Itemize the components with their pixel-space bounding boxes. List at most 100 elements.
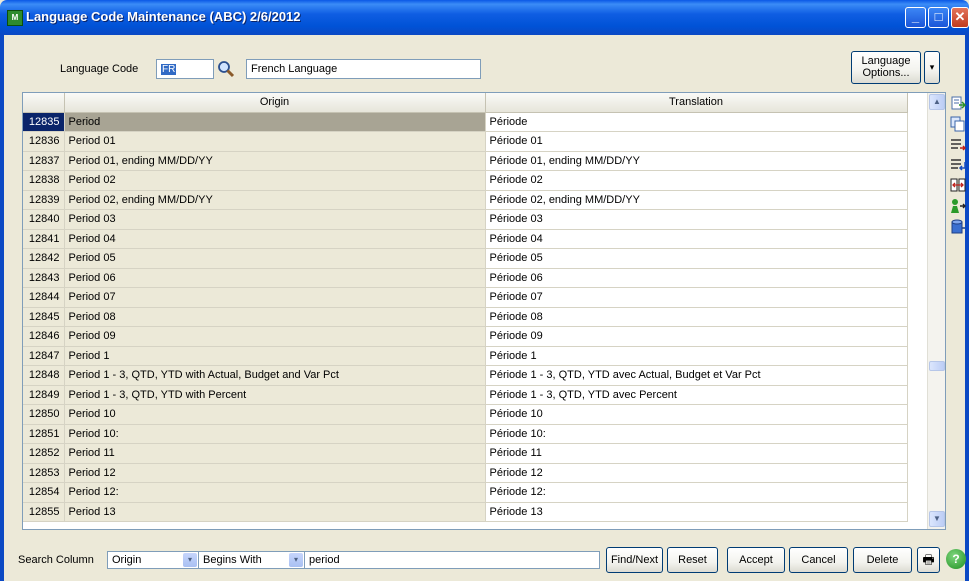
column-header-origin[interactable]: Origin [64,93,486,113]
language-code-field[interactable]: FR [156,59,214,79]
cancel-button[interactable]: Cancel [789,547,848,573]
translation-cell[interactable]: Période 12 [485,463,908,483]
translation-cell[interactable]: Période 01, ending MM/DD/YY [485,151,908,171]
translation-cell[interactable]: Période 10: [485,424,908,444]
translation-cell[interactable]: Période 07 [485,287,908,308]
table-row[interactable]: 12848 Period 1 - 3, QTD, YTD with Actual,… [23,365,908,386]
lookup-search-icon[interactable] [217,60,235,78]
close-button[interactable]: ✕ [951,7,969,28]
scroll-thumb[interactable] [929,361,945,371]
translation-cell[interactable]: Période 10 [485,404,908,425]
scroll-up-button[interactable]: ▲ [929,94,945,110]
row-id-cell[interactable]: 12851 [23,424,65,444]
table-row[interactable]: 12840 Period 03 Période 03 [23,209,908,230]
chevron-down-icon[interactable]: ▾ [289,553,303,567]
translation-cell[interactable]: Période 02, ending MM/DD/YY [485,190,908,210]
insert-lines-icon[interactable] [950,157,966,173]
maximize-button[interactable]: □ [928,7,949,28]
row-id-cell[interactable]: 12842 [23,248,65,269]
help-icon[interactable]: ? [946,549,966,569]
print-icon[interactable]: 🖶 [917,547,940,573]
origin-cell[interactable]: Period 13 [64,502,486,522]
table-row[interactable]: 12846 Period 09 Période 09 [23,326,908,347]
table-row[interactable]: 12852 Period 11 Période 11 [23,443,908,464]
translation-cell[interactable]: Période 11 [485,443,908,464]
row-id-cell[interactable]: 12845 [23,307,65,327]
copy-icon[interactable] [950,116,966,132]
translation-cell[interactable]: Période 05 [485,248,908,269]
row-id-cell[interactable]: 12835 [23,112,65,132]
row-id-cell[interactable]: 12838 [23,170,65,191]
language-name-field[interactable]: French Language [246,59,481,79]
table-row[interactable]: 12844 Period 07 Période 07 [23,287,908,308]
merge-icon[interactable] [950,177,966,193]
table-row[interactable]: 12851 Period 10: Période 10: [23,424,908,444]
origin-cell[interactable]: Period 10 [64,404,486,425]
translation-cell[interactable]: Période 01 [485,131,908,152]
translation-cell[interactable]: Période 02 [485,170,908,191]
table-row[interactable]: 12849 Period 1 - 3, QTD, YTD with Percent… [23,385,908,405]
origin-cell[interactable]: Period 12: [64,482,486,503]
row-id-cell[interactable]: 12850 [23,404,65,425]
search-mode-select[interactable]: Begins With ▾ [198,551,305,569]
origin-cell[interactable]: Period 1 - 3, QTD, YTD with Actual, Budg… [64,365,486,386]
translation-cell[interactable]: Période 13 [485,502,908,522]
language-options-button[interactable]: Language Options... [851,51,921,84]
translation-cell[interactable]: Période 04 [485,229,908,249]
find-next-button[interactable]: Find/Next [606,547,663,573]
row-id-cell[interactable]: 12839 [23,190,65,210]
row-id-cell[interactable]: 12853 [23,463,65,483]
translation-cell[interactable]: Période 1 - 3, QTD, YTD avec Percent [485,385,908,405]
title-bar[interactable]: M Language Code Maintenance (ABC) 2/6/20… [0,0,969,35]
table-row[interactable]: 12839 Period 02, ending MM/DD/YY Période 0… [23,190,908,210]
table-row[interactable]: 12854 Period 12: Période 12: [23,482,908,503]
search-column-select[interactable]: Origin ▾ [107,551,199,569]
origin-cell[interactable]: Period 03 [64,209,486,230]
translation-cell[interactable]: Période [485,112,908,132]
vertical-scrollbar[interactable]: ▲ ▼ [927,93,945,529]
database-icon[interactable] [950,219,966,235]
origin-cell[interactable]: Period 08 [64,307,486,327]
table-row[interactable]: 12836 Period 01 Période 01 [23,131,908,152]
translation-cell[interactable]: Période 09 [485,326,908,347]
origin-cell[interactable]: Period 12 [64,463,486,483]
translation-cell[interactable]: Période 06 [485,268,908,288]
origin-cell[interactable]: Period 01 [64,131,486,152]
translation-cell[interactable]: Période 03 [485,209,908,230]
minimize-button[interactable]: _ [905,7,926,28]
origin-cell[interactable]: Period 09 [64,326,486,347]
origin-cell[interactable]: Period [64,112,486,132]
delete-lines-icon[interactable] [950,137,966,153]
row-id-cell[interactable]: 12854 [23,482,65,503]
delete-button[interactable]: Delete [853,547,912,573]
origin-cell[interactable]: Period 01, ending MM/DD/YY [64,151,486,171]
chevron-down-icon[interactable]: ▾ [183,553,197,567]
translation-cell[interactable]: Période 1 - 3, QTD, YTD avec Actual, Bud… [485,365,908,386]
row-id-cell[interactable]: 12841 [23,229,65,249]
user-transfer-icon[interactable] [950,198,966,214]
origin-cell[interactable]: Period 06 [64,268,486,288]
language-options-dropdown[interactable]: ▾ [924,51,940,84]
origin-cell[interactable]: Period 11 [64,443,486,464]
origin-cell[interactable]: Period 05 [64,248,486,269]
search-text-input[interactable]: period [304,551,600,569]
row-id-cell[interactable]: 12844 [23,287,65,308]
table-row[interactable]: 12853 Period 12 Période 12 [23,463,908,483]
origin-cell[interactable]: Period 10: [64,424,486,444]
export-icon[interactable] [950,95,966,111]
row-id-cell[interactable]: 12848 [23,365,65,386]
column-header-translation[interactable]: Translation [485,93,908,113]
row-id-cell[interactable]: 12840 [23,209,65,230]
accept-button[interactable]: Accept [727,547,785,573]
row-id-cell[interactable]: 12836 [23,131,65,152]
translation-cell[interactable]: Période 12: [485,482,908,503]
table-row[interactable]: 12845 Period 08 Période 08 [23,307,908,327]
table-row[interactable]: 12847 Period 1 Période 1 [23,346,908,366]
table-row[interactable]: 12837 Period 01, ending MM/DD/YY Période 0… [23,151,908,171]
origin-cell[interactable]: Period 1 [64,346,486,366]
translation-cell[interactable]: Période 08 [485,307,908,327]
row-id-cell[interactable]: 12849 [23,385,65,405]
table-row[interactable]: 12835 Period Période [23,112,908,132]
origin-cell[interactable]: Period 02 [64,170,486,191]
table-row[interactable]: 12850 Period 10 Période 10 [23,404,908,425]
